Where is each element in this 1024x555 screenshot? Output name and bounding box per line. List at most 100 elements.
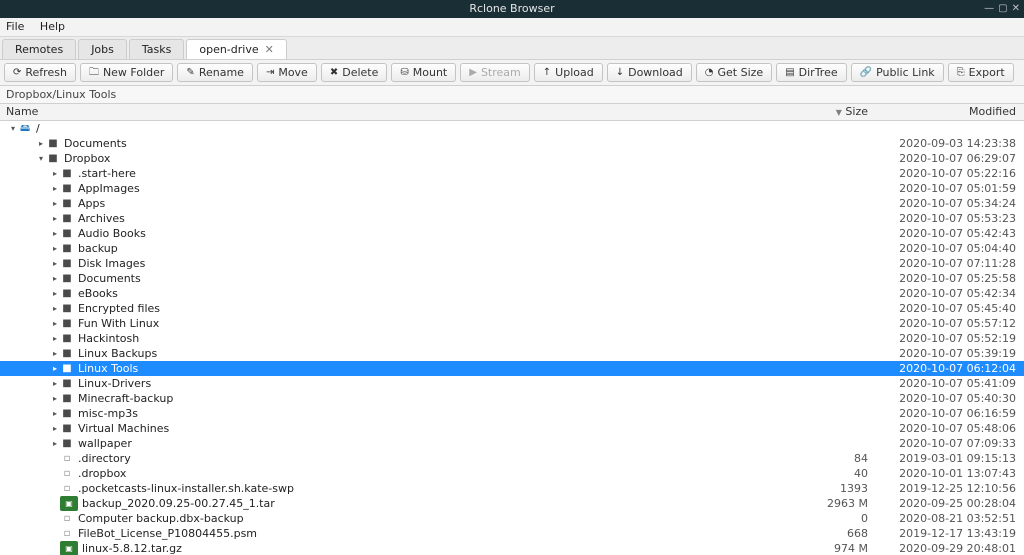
folder-row[interactable]: ▸■Fun With Linux2020-10-07 05:57:12 — [0, 316, 1024, 331]
file-row[interactable]: ▫Computer backup.dbx-backup02020-08-21 0… — [0, 511, 1024, 526]
newfolder-button[interactable]: 🗀New Folder — [80, 63, 173, 82]
refresh-button[interactable]: ⟳Refresh — [4, 63, 76, 82]
folder-icon: ■ — [60, 406, 74, 421]
column-header-row: Name ▼ Size Modified — [0, 104, 1024, 121]
folder-row[interactable]: ▸■Archives2020-10-07 05:53:23 — [0, 211, 1024, 226]
expand-arrow-icon[interactable]: ▸ — [50, 226, 60, 241]
expand-arrow-icon[interactable]: ▸ — [50, 241, 60, 256]
folder-row[interactable]: ▸■Hackintosh2020-10-07 05:52:19 — [0, 331, 1024, 346]
window-minimize-icon[interactable]: — — [984, 0, 994, 18]
publiclink-icon: 🔗 — [860, 68, 872, 78]
move-button[interactable]: ⇥Move — [257, 63, 317, 82]
item-modified: 2020-10-07 05:34:24 — [876, 196, 1024, 211]
button-label: DirTree — [799, 66, 838, 79]
expand-arrow-icon[interactable]: ▸ — [50, 256, 60, 271]
expand-arrow-icon[interactable]: ▸ — [50, 271, 60, 286]
download-button[interactable]: ↓Download — [607, 63, 692, 82]
expand-arrow-icon[interactable]: ▸ — [50, 286, 60, 301]
menu-help[interactable]: Help — [40, 20, 65, 33]
item-modified: 2019-03-01 09:15:13 — [876, 451, 1024, 466]
tab-close-icon[interactable]: ✕ — [265, 43, 274, 56]
expand-arrow-icon[interactable]: ▸ — [50, 196, 60, 211]
file-row[interactable]: ▫FileBot_License_P10804455.psm6682019-12… — [0, 526, 1024, 541]
expand-arrow-icon[interactable]: ▸ — [50, 316, 60, 331]
folder-row[interactable]: ▸■Minecraft-backup2020-10-07 05:40:30 — [0, 391, 1024, 406]
window-close-icon[interactable]: ✕ — [1012, 0, 1020, 18]
item-modified: 2020-09-29 20:48:01 — [876, 541, 1024, 555]
stream-button: ▶Stream — [460, 63, 530, 82]
folder-row[interactable]: ▸■Virtual Machines2020-10-07 05:48:06 — [0, 421, 1024, 436]
folder-row[interactable]: ▾🖴/ — [0, 121, 1024, 136]
publiclink-button[interactable]: 🔗Public Link — [851, 63, 944, 82]
expand-arrow-icon[interactable]: ▸ — [50, 346, 60, 361]
item-name: wallpaper — [78, 436, 132, 451]
expand-arrow-icon[interactable]: ▸ — [50, 361, 60, 376]
window-maximize-icon[interactable]: ▢ — [998, 0, 1007, 18]
item-name: .directory — [78, 451, 131, 466]
expand-arrow-icon[interactable]: ▸ — [36, 136, 46, 151]
expand-arrow-icon[interactable]: ▸ — [50, 331, 60, 346]
expand-arrow-icon[interactable]: ▸ — [50, 406, 60, 421]
expand-arrow-icon[interactable]: ▸ — [50, 166, 60, 181]
folder-row[interactable]: ▾■Dropbox2020-10-07 06:29:07 — [0, 151, 1024, 166]
dirtree-button[interactable]: ▤DirTree — [776, 63, 846, 82]
collapse-arrow-icon[interactable]: ▾ — [8, 121, 18, 136]
tab-tasks[interactable]: Tasks — [129, 39, 184, 59]
item-modified: 2020-10-07 05:41:09 — [876, 376, 1024, 391]
folder-row[interactable]: ▸■Linux Backups2020-10-07 05:39:19 — [0, 346, 1024, 361]
delete-button[interactable]: ✖Delete — [321, 63, 388, 82]
expand-arrow-icon[interactable]: ▸ — [50, 376, 60, 391]
expand-arrow-icon[interactable]: ▸ — [50, 301, 60, 316]
upload-icon: ↑ — [543, 68, 551, 78]
folder-row[interactable]: ▸■Linux-Drivers2020-10-07 05:41:09 — [0, 376, 1024, 391]
item-modified: 2020-10-07 07:11:28 — [876, 256, 1024, 271]
menu-file[interactable]: File — [6, 20, 24, 33]
folder-row[interactable]: ▸■backup2020-10-07 05:04:40 — [0, 241, 1024, 256]
expand-arrow-icon[interactable]: ▸ — [50, 436, 60, 451]
folder-icon: ■ — [60, 226, 74, 241]
upload-button[interactable]: ↑Upload — [534, 63, 603, 82]
export-button[interactable]: ⎘Export — [948, 63, 1014, 82]
file-tree[interactable]: ▾🖴/▸■Documents2020-09-03 14:23:38▾■Dropb… — [0, 121, 1024, 555]
item-name: Linux Backups — [78, 346, 157, 361]
folder-row[interactable]: ▸■Encrypted files2020-10-07 05:45:40 — [0, 301, 1024, 316]
collapse-arrow-icon[interactable]: ▾ — [36, 151, 46, 166]
file-row[interactable]: ▫.dropbox402020-10-01 13:07:43 — [0, 466, 1024, 481]
mount-button[interactable]: ⛁Mount — [391, 63, 456, 82]
folder-row[interactable]: ▸■eBooks2020-10-07 05:42:34 — [0, 286, 1024, 301]
file-row[interactable]: ▣backup_2020.09.25-00.27.45_1.tar2963 M2… — [0, 496, 1024, 511]
item-name: Documents — [64, 136, 127, 151]
folder-row[interactable]: ▸■Documents2020-10-07 05:25:58 — [0, 271, 1024, 286]
rename-button[interactable]: ✎Rename — [177, 63, 253, 82]
folder-row[interactable]: ▸■.start-here2020-10-07 05:22:16 — [0, 166, 1024, 181]
folder-row[interactable]: ▸■Audio Books2020-10-07 05:42:43 — [0, 226, 1024, 241]
item-size: 1393 — [798, 481, 876, 496]
folder-row[interactable]: ▸■Apps2020-10-07 05:34:24 — [0, 196, 1024, 211]
item-modified: 2019-12-17 13:43:19 — [876, 526, 1024, 541]
folder-row[interactable]: ▸■AppImages2020-10-07 05:01:59 — [0, 181, 1024, 196]
column-header-size[interactable]: ▼ Size — [798, 104, 876, 120]
getsize-button[interactable]: ◔Get Size — [696, 63, 772, 82]
expand-arrow-icon[interactable]: ▸ — [50, 391, 60, 406]
path-bar[interactable]: Dropbox/Linux Tools — [0, 86, 1024, 104]
file-row[interactable]: ▣linux-5.8.12.tar.gz974 M2020-09-29 20:4… — [0, 541, 1024, 555]
folder-row[interactable]: ▸■wallpaper2020-10-07 07:09:33 — [0, 436, 1024, 451]
folder-row[interactable]: ▸■Documents2020-09-03 14:23:38 — [0, 136, 1024, 151]
tab-remotes[interactable]: Remotes — [2, 39, 76, 59]
tab-jobs[interactable]: Jobs — [78, 39, 127, 59]
item-size: 668 — [798, 526, 876, 541]
folder-row[interactable]: ▸■misc-mp3s2020-10-07 06:16:59 — [0, 406, 1024, 421]
item-modified: 2020-10-07 06:16:59 — [876, 406, 1024, 421]
file-row[interactable]: ▫.directory842019-03-01 09:15:13 — [0, 451, 1024, 466]
tab-open-drive[interactable]: open-drive✕ — [186, 39, 286, 59]
file-row[interactable]: ▫.pocketcasts-linux-installer.sh.kate-sw… — [0, 481, 1024, 496]
column-header-name[interactable]: Name — [0, 104, 798, 120]
expand-arrow-icon[interactable]: ▸ — [50, 211, 60, 226]
column-header-modified[interactable]: Modified — [876, 104, 1024, 120]
folder-row[interactable]: ▸■Linux Tools2020-10-07 06:12:04 — [0, 361, 1024, 376]
folder-row[interactable]: ▸■Disk Images2020-10-07 07:11:28 — [0, 256, 1024, 271]
expand-arrow-icon[interactable]: ▸ — [50, 421, 60, 436]
item-name: .start-here — [78, 166, 136, 181]
expand-arrow-icon[interactable]: ▸ — [50, 181, 60, 196]
item-name: .pocketcasts-linux-installer.sh.kate-swp — [78, 481, 294, 496]
